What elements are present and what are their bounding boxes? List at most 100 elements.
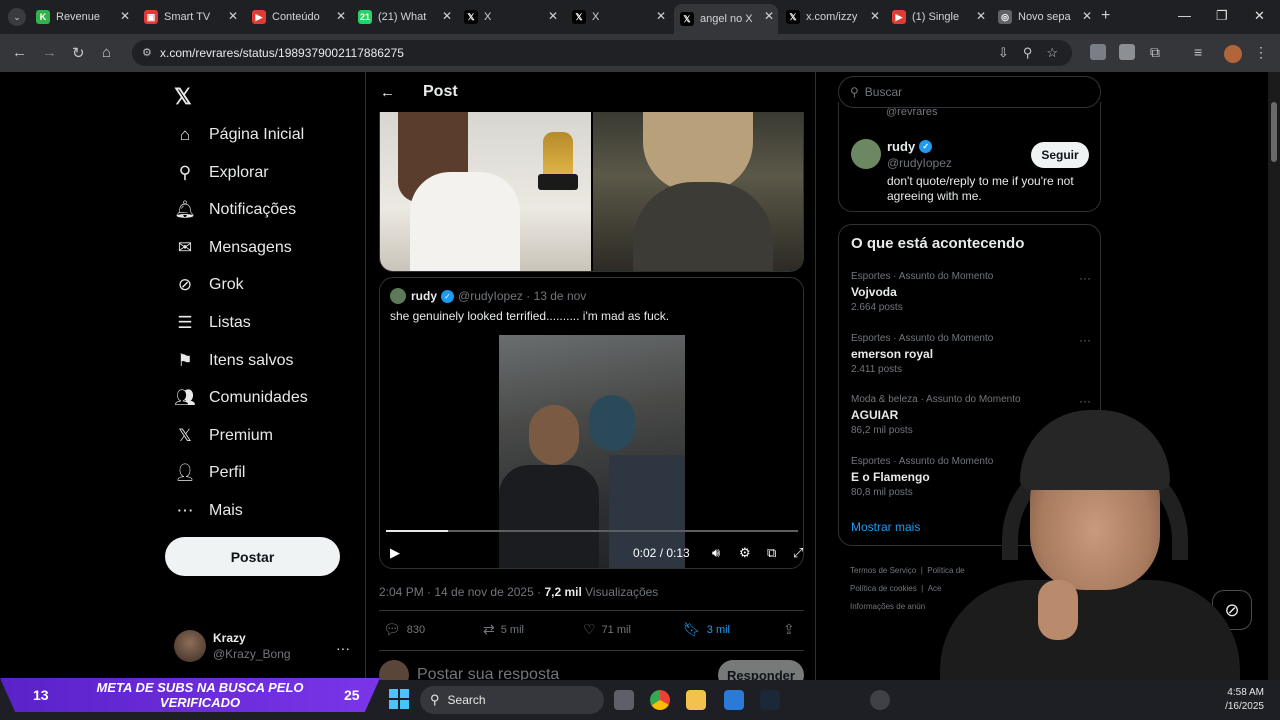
close-tab-icon[interactable]: ✕ — [870, 9, 880, 23]
close-tab-icon[interactable]: ✕ — [336, 9, 346, 23]
sidebar-item-listas[interactable]: ☰ Listas — [174, 308, 250, 338]
close-tab-icon[interactable]: ✕ — [548, 9, 558, 23]
steam-icon[interactable] — [760, 690, 780, 710]
media-control-icon[interactable]: ≡ — [1194, 44, 1210, 60]
show-more-link[interactable]: Mostrar mais — [851, 520, 920, 534]
trend-item[interactable]: Esportes · Assunto do Momento emerson roy… — [851, 333, 1091, 375]
app-icon[interactable] — [870, 690, 890, 710]
post-images[interactable] — [379, 112, 804, 272]
sidebar-item-itens-salvos[interactable]: ⚑ Itens salvos — [174, 346, 293, 376]
bookmark-action[interactable]: 🔖︎ 3 mil — [683, 621, 783, 638]
minimize-icon[interactable]: — — [1178, 8, 1191, 23]
trend-item[interactable]: Esportes · Assunto do Momento Vojvoda 2.66… — [851, 271, 1091, 313]
close-window-icon[interactable]: ✕ — [1254, 8, 1265, 24]
follow-button[interactable]: Seguir — [1031, 142, 1089, 168]
reply-composer[interactable]: Postar sua resposta — [379, 660, 559, 680]
back-arrow-icon[interactable]: ← — [380, 84, 395, 101]
browser-tab[interactable]: 21 (21) What ✕ — [352, 4, 456, 30]
sidebar-item-mensagens[interactable]: ✉ Mensagens — [174, 233, 292, 263]
url-field[interactable]: ⚙ x.com/revrares/status/1989379002117886… — [132, 40, 1072, 66]
sidebar-item-página-inicial[interactable]: ⌂ Página Inicial — [174, 120, 304, 150]
footer-link[interactable]: Termos de Serviço — [850, 566, 916, 575]
video-frame[interactable] — [499, 335, 685, 568]
home-button[interactable]: ⌂ — [102, 44, 111, 61]
search-input[interactable]: ⚲ Buscar — [838, 76, 1101, 108]
browser-tab[interactable]: 𝕏 X ✕ — [566, 4, 670, 30]
pip-icon[interactable]: ⧉ — [767, 545, 776, 561]
volume-icon[interactable]: 🔊︎ — [712, 545, 720, 561]
chrome-icon[interactable] — [650, 690, 670, 710]
close-tab-icon[interactable]: ✕ — [1082, 9, 1092, 23]
more-icon[interactable]: ··· — [1079, 394, 1091, 408]
fullscreen-icon[interactable]: ⤢ — [793, 545, 803, 561]
repost-action[interactable]: ⇄ 5 mil — [483, 621, 583, 638]
browser-tab[interactable]: K Revenue ✕ — [30, 4, 134, 30]
post-image-right[interactable] — [593, 112, 803, 271]
avatar[interactable] — [851, 139, 881, 169]
taskbar-search[interactable]: ⚲ Search — [420, 686, 604, 714]
restore-icon[interactable]: ❐ — [1216, 8, 1228, 24]
video-progress-bar[interactable] — [386, 530, 798, 532]
site-info-icon[interactable]: ⚙ — [142, 46, 152, 59]
browser-tab[interactable]: 𝕏angel no X ✕ — [674, 4, 778, 34]
close-tab-icon[interactable]: ✕ — [120, 9, 130, 23]
quoted-post[interactable]: rudy ✓ @rudyIopez · 13 de nov she genuin… — [379, 277, 804, 569]
tab-search-icon[interactable]: ⌄ — [8, 8, 26, 26]
extensions-puzzle-icon[interactable]: ⧉ — [1150, 44, 1166, 60]
browser-tab[interactable]: ▶ (1) Single ✕ — [886, 4, 990, 30]
sidebar-item-explorar[interactable]: ⚲ Explorar — [174, 158, 269, 188]
close-tab-icon[interactable]: ✕ — [976, 9, 986, 23]
task-view-icon[interactable] — [614, 690, 634, 710]
close-tab-icon[interactable]: ✕ — [764, 9, 774, 23]
close-tab-icon[interactable]: ✕ — [442, 9, 452, 23]
footer-link[interactable]: Informações de anún — [850, 602, 925, 611]
store-icon[interactable] — [724, 690, 744, 710]
sidebar-item-comunidades[interactable]: 👥︎ Comunidades — [174, 383, 308, 413]
extension-icon[interactable] — [1119, 44, 1135, 60]
account-switcher[interactable]: Krazy @Krazy_Bong — [174, 630, 291, 662]
close-tab-icon[interactable]: ✕ — [228, 9, 238, 23]
like-action[interactable]: ♡ 71 mil — [583, 621, 683, 638]
reply-action[interactable]: 💬︎ 830 — [383, 621, 483, 638]
post-image-left[interactable] — [380, 112, 591, 271]
post-button[interactable]: Postar — [165, 537, 340, 576]
more-icon[interactable]: ··· — [1079, 333, 1091, 347]
windows-start-icon[interactable] — [389, 689, 409, 709]
file-explorer-icon[interactable] — [686, 690, 706, 710]
share-action[interactable]: ⇪ — [783, 621, 795, 638]
suggestion-name-row[interactable]: rudy ✓ — [887, 139, 936, 154]
sidebar-item-premium[interactable]: 𝕏 Premium — [174, 421, 273, 451]
reply-input[interactable]: Postar sua resposta — [417, 666, 559, 680]
video-player[interactable]: ▶ 0:02 / 0:13 🔊︎ ⚙ ⧉ ⤢ — [380, 330, 803, 568]
chrome-menu-icon[interactable]: ⋮ — [1254, 44, 1270, 60]
post-time[interactable]: 2:04 PM · 14 de nov de 2025 · — [379, 585, 544, 599]
forward-button[interactable]: → — [42, 44, 57, 61]
account-more-icon[interactable]: ··· — [336, 640, 350, 656]
browser-tab[interactable]: ▶ Conteúdo ✕ — [246, 4, 350, 30]
x-logo-icon[interactable]: 𝕏 — [174, 84, 192, 110]
sidebar-item-notificações[interactable]: 🔔︎ Notificações — [174, 195, 296, 225]
reload-button[interactable]: ↻ — [72, 44, 85, 62]
close-tab-icon[interactable]: ✕ — [656, 9, 666, 23]
bookmark-star-icon[interactable]: ☆ — [1046, 45, 1058, 61]
system-clock[interactable]: 4:58 AM /16/2025 — [1220, 686, 1264, 714]
sidebar-item-grok[interactable]: ⊘ Grok — [174, 270, 244, 300]
zoom-icon[interactable]: ⚲ — [1023, 45, 1033, 61]
sidebar-item-perfil[interactable]: 👤︎ Perfil — [174, 458, 245, 488]
sidebar-item-mais[interactable]: ⋯ Mais — [174, 496, 243, 526]
profile-avatar[interactable] — [1224, 45, 1242, 63]
reply-button[interactable]: Responder — [718, 660, 804, 680]
back-button[interactable]: ← — [12, 44, 27, 61]
extension-icon[interactable] — [1090, 44, 1106, 60]
more-icon[interactable]: ··· — [1079, 271, 1091, 285]
browser-tab[interactable]: ◎ Novo sepa ✕ — [992, 4, 1096, 30]
install-app-icon[interactable]: ⇩ — [998, 45, 1009, 61]
footer-link[interactable]: Política de cookies — [850, 584, 917, 593]
scrollbar[interactable] — [1268, 72, 1280, 680]
browser-tab[interactable]: ▣ Smart TV ✕ — [138, 4, 242, 30]
browser-tab[interactable]: 𝕏 X ✕ — [458, 4, 562, 30]
play-icon[interactable]: ▶ — [390, 545, 400, 561]
settings-icon[interactable]: ⚙ — [739, 545, 751, 561]
new-tab-button[interactable]: + — [1101, 7, 1110, 25]
browser-tab[interactable]: 𝕏x.com/izzy ✕ — [780, 4, 884, 30]
